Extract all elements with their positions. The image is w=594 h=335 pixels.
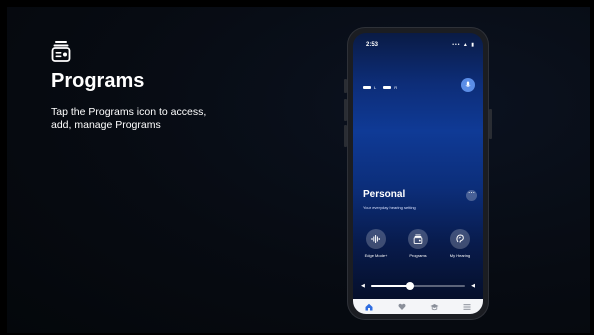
tab-favorites[interactable]: [397, 302, 407, 312]
volume-slider[interactable]: ◀ ◀: [361, 281, 475, 291]
ear-icon: [456, 234, 464, 243]
programs-icon: [413, 234, 423, 244]
programs-icon: [51, 41, 71, 62]
phone-side-button: [344, 99, 347, 121]
my-hearing-label: My Hearing: [449, 253, 471, 258]
volume-up-icon: ◀: [471, 283, 475, 289]
more-icon: ⋯: [468, 190, 475, 197]
edge-mode-label: Edge Mode+: [364, 253, 388, 258]
status-icons: ••• ▲ ▮: [452, 42, 475, 48]
phone-side-button: [344, 125, 347, 147]
tab-learn[interactable]: [429, 302, 439, 312]
tab-menu[interactable]: [462, 302, 472, 312]
right-battery-icon: [383, 86, 392, 89]
slide-description: Tap the Programs icon to access, add, ma…: [51, 106, 207, 132]
hearing-aid-battery-row: L R: [363, 85, 397, 90]
menu-icon: [463, 303, 471, 310]
microphone-button[interactable]: [461, 78, 475, 92]
volume-thumb[interactable]: [406, 282, 415, 290]
microphone-icon: [465, 81, 471, 87]
slide: Programs Tap the Programs icon to access…: [7, 7, 590, 333]
volume-track[interactable]: [371, 282, 465, 290]
tab-bar: [353, 299, 483, 314]
volume-fill: [371, 285, 411, 287]
more-options-button[interactable]: ⋯: [466, 190, 477, 201]
graduation-cap-icon: [430, 303, 439, 310]
phone-power-button: [489, 109, 492, 139]
edge-mode-icon: [371, 235, 380, 243]
slide-title: Programs: [51, 70, 145, 92]
program-subtitle: Your everyday hearing setting: [363, 205, 416, 210]
volume-down-icon: ◀: [361, 283, 365, 289]
slide-text-panel: Programs Tap the Programs icon to access…: [51, 40, 241, 132]
phone-side-button: [344, 79, 347, 93]
heart-icon: [398, 303, 406, 310]
programs-button[interactable]: Programs: [401, 229, 435, 258]
status-time: 2:53: [366, 42, 379, 48]
phone-mockup: 2:53 ••• ▲ ▮ L R Personal Your everyday …: [344, 27, 492, 320]
phone-screen: 2:53 ••• ▲ ▮ L R Personal Your everyday …: [353, 33, 483, 314]
tab-home[interactable]: [364, 302, 374, 312]
home-icon: [365, 303, 373, 310]
edge-mode-button[interactable]: Edge Mode+: [359, 229, 393, 258]
my-hearing-button[interactable]: My Hearing: [443, 229, 477, 258]
left-battery-icon: [363, 86, 371, 89]
left-aid-label: L: [374, 85, 377, 90]
program-name: Personal: [363, 189, 406, 200]
programs-label: Programs: [409, 253, 427, 258]
right-aid-label: R: [394, 85, 398, 90]
